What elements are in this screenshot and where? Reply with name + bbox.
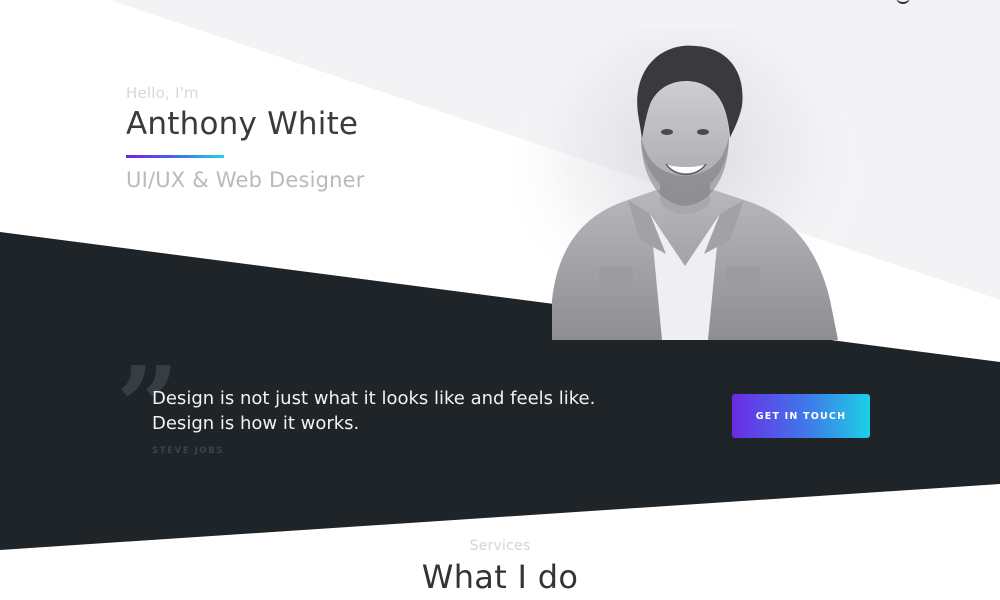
services-eyebrow: Services bbox=[469, 538, 531, 554]
quote-author: STEVE JOBS bbox=[152, 446, 225, 456]
portrait-photo bbox=[510, 28, 860, 343]
quote: Design is not just what it looks like an… bbox=[152, 386, 622, 456]
hero-role: UI/UX & Web Designer bbox=[126, 168, 365, 192]
hero-name: Anthony White bbox=[126, 106, 359, 142]
name-underline bbox=[126, 155, 224, 158]
services-title: What I do bbox=[421, 558, 579, 596]
get-in-touch-button[interactable]: GET IN TOUCH bbox=[732, 394, 870, 438]
quote-line: Design is how it works. bbox=[152, 413, 360, 434]
greeting-text: Hello, I'm bbox=[126, 84, 199, 102]
services-section: Services What I do bbox=[0, 538, 1000, 596]
quote-line: Design is not just what it looks like an… bbox=[152, 388, 596, 409]
